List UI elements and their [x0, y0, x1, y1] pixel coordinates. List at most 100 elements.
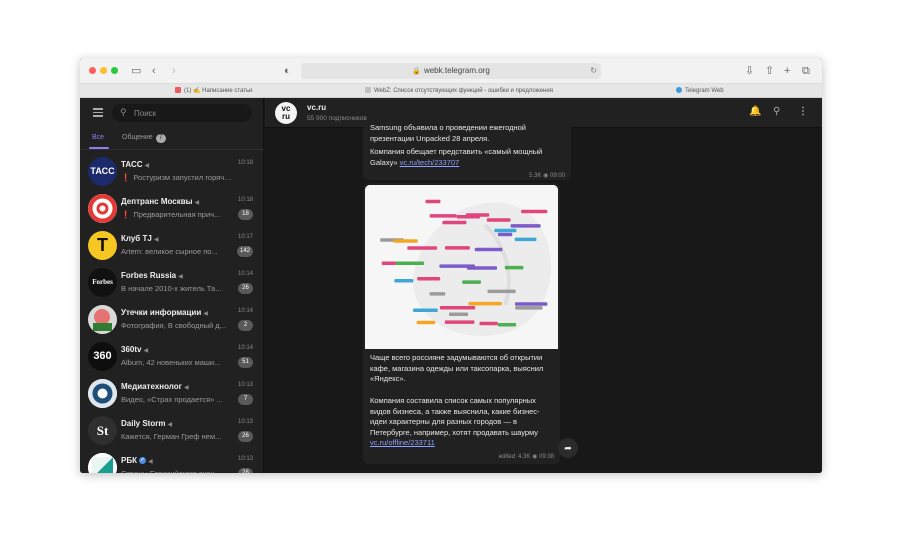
- chat-preview: Видео, «Страх продается» ...: [121, 395, 233, 404]
- map-label-chip: [474, 247, 503, 252]
- tab-overview-icon[interactable]: ⧉: [802, 63, 810, 79]
- map-label-chip: [521, 209, 548, 214]
- chat-item[interactable]: Медиатехнолог ◀ 10:13 Видео, «Страх продает…: [80, 376, 264, 413]
- search-box[interactable]: ⚲: [112, 104, 252, 122]
- unread-badge: 26: [238, 283, 253, 294]
- eye-icon: ◉: [532, 454, 538, 460]
- chat-name: 360tv ◀: [121, 345, 148, 354]
- channel-avatar[interactable]: vc ru: [275, 102, 297, 124]
- map-label-chip: [413, 308, 438, 312]
- share-icon[interactable]: ⇧: [765, 63, 774, 79]
- eye-icon: ◉: [543, 173, 549, 179]
- chat-item[interactable]: 360 360tv ◀ 10:14 Album, 42 новеньких маши..…: [80, 339, 264, 376]
- search-input[interactable]: [134, 106, 244, 120]
- message-link[interactable]: vc.ru/offline/233711: [370, 438, 435, 447]
- chat-avatar: Forbes: [88, 268, 117, 297]
- search-icon[interactable]: ⚲: [773, 106, 780, 118]
- rbc-logo-icon: [88, 453, 117, 473]
- deptrans-logo-icon: [88, 194, 117, 223]
- address-bar[interactable]: 🔒 webk.telegram.org ↻: [301, 63, 601, 79]
- tab-general[interactable]: Общение 7: [122, 134, 166, 143]
- chat-time: 10:13: [237, 382, 253, 388]
- unread-badge: 26: [238, 431, 253, 442]
- chat-item[interactable]: St Daily Storm ◀ 10:13 Кажется, Герман Греф …: [80, 413, 264, 450]
- new-tab-icon[interactable]: +: [784, 63, 790, 79]
- chat-avatar: T: [88, 231, 117, 260]
- avatar-text: St: [96, 423, 109, 438]
- muted-icon: ◀: [143, 348, 149, 354]
- forward-icon[interactable]: ›: [172, 63, 176, 79]
- map-label-chip: [468, 301, 502, 306]
- map-label-chip: [407, 246, 438, 250]
- mediatechnolog-logo-icon: [88, 379, 117, 408]
- forward-icon[interactable]: ➦: [558, 438, 578, 458]
- view-count: 4.3K: [518, 454, 531, 460]
- chat-item[interactable]: Forbes Forbes Russia ◀ 10:14 В начале 2010-х…: [80, 265, 264, 302]
- chat-item[interactable]: ТАСС ТАСС ◀ 10:18 ❗ Ростуризм запустил горячу…: [80, 154, 264, 191]
- map-label-chip: [439, 264, 475, 268]
- map-label-chip: [395, 261, 425, 265]
- browser-tab-1[interactable]: (1) ✍️ Написание статьи: [175, 84, 325, 98]
- chat-name-text: Клуб TJ: [121, 234, 152, 243]
- bell-icon[interactable]: 🔔: [749, 106, 761, 118]
- chat-avatar: [88, 305, 117, 334]
- avatar-text: ТАСС: [90, 166, 115, 176]
- chat-preview-text: Предварительная прич...: [133, 210, 221, 219]
- more-options-icon[interactable]: ⋮: [798, 106, 808, 118]
- message-photo[interactable]: [365, 185, 558, 349]
- privacy-shield-icon[interactable]: ◐: [284, 63, 291, 79]
- muted-icon: ◀: [167, 422, 173, 428]
- close-window-button[interactable]: [89, 67, 96, 74]
- chat-item[interactable]: Дептранс Москвы ◀ 10:18 ❗ Предварительная пр…: [80, 191, 264, 228]
- chat-item[interactable]: T Клуб TJ ◀ 10:17 Artem: великое сырное по..…: [80, 228, 264, 265]
- unread-badge: 142: [236, 246, 253, 257]
- chat-name: Daily Storm ◀: [121, 419, 172, 428]
- browser-tab-2[interactable]: WebZ: Список отсутствующих функций - оши…: [365, 84, 565, 98]
- chat-preview-text: Фотография, В свободный д...: [121, 321, 226, 330]
- sidebar-toggle-icon[interactable]: ▭: [131, 63, 141, 79]
- chat-avatar: [88, 194, 117, 223]
- chat-avatar: [88, 453, 117, 473]
- message-link[interactable]: vc.ru/tech/233707: [400, 158, 460, 167]
- chat-preview-text: Страны Евразийского экон...: [121, 469, 221, 473]
- map-label-chip: [416, 320, 436, 325]
- reload-icon[interactable]: ↻: [590, 63, 597, 79]
- map-label-chip: [456, 215, 480, 219]
- channel-title[interactable]: vc.ru: [307, 103, 326, 112]
- chat-name-text: Утечки информации: [121, 308, 202, 317]
- chat-time: 10:17: [237, 234, 253, 240]
- map-label-chip: [479, 321, 498, 326]
- chat-item[interactable]: Утечки информации ◀ 10:14 Фотография, В сво…: [80, 302, 264, 339]
- chat-name-text: Daily Storm: [121, 419, 166, 428]
- message-time: 09:38: [538, 454, 554, 460]
- maximize-window-button[interactable]: [111, 67, 118, 74]
- chat-name: РБК ✓ ◀: [121, 456, 153, 465]
- chat-preview: Artem: великое сырное по...: [121, 247, 233, 256]
- chat-preview: Страны Евразийского экон...: [121, 469, 233, 473]
- tab-all[interactable]: Все: [92, 134, 104, 141]
- map-label-chip: [504, 265, 524, 270]
- chat-time: 10:14: [237, 345, 253, 351]
- chat-preview-text: Кажется, Герман Греф нем...: [121, 432, 222, 441]
- menu-icon[interactable]: [93, 108, 103, 117]
- chat-item[interactable]: РБК✓◀ 10:13 Страны Евразийского экон... 28: [80, 450, 264, 473]
- chat-time: 10:13: [237, 456, 253, 462]
- back-icon[interactable]: ‹: [152, 63, 156, 79]
- browser-toolbar: ▭ ‹ › ◐ 🔒 webk.telegram.org ↻ ⇩ ⇧ + ⧉: [80, 58, 822, 84]
- map-label-chip: [393, 239, 418, 243]
- browser-tab-3[interactable]: Telegram Web: [676, 84, 766, 98]
- chat-name-text: ТАСС: [121, 160, 143, 169]
- minimize-window-button[interactable]: [100, 67, 107, 74]
- chat-avatar: ТАСС: [88, 157, 117, 186]
- chat-name: ТАСС ◀: [121, 160, 149, 169]
- message-text: Компания обещает представить «самый мощн…: [370, 147, 566, 168]
- leaks-logo-icon: [88, 305, 117, 334]
- unread-badge: 51: [238, 357, 253, 368]
- verified-icon: ✓: [138, 457, 146, 465]
- search-icon: ⚲: [120, 107, 127, 117]
- telegram-favicon-icon: [676, 87, 682, 94]
- download-icon[interactable]: ⇩: [745, 63, 754, 79]
- chat-name-text: 360tv: [121, 345, 142, 354]
- chat-preview: Фотография, В свободный д...: [121, 321, 233, 330]
- chat-preview: ❗ Ростуризм запустил горячу...: [121, 173, 233, 182]
